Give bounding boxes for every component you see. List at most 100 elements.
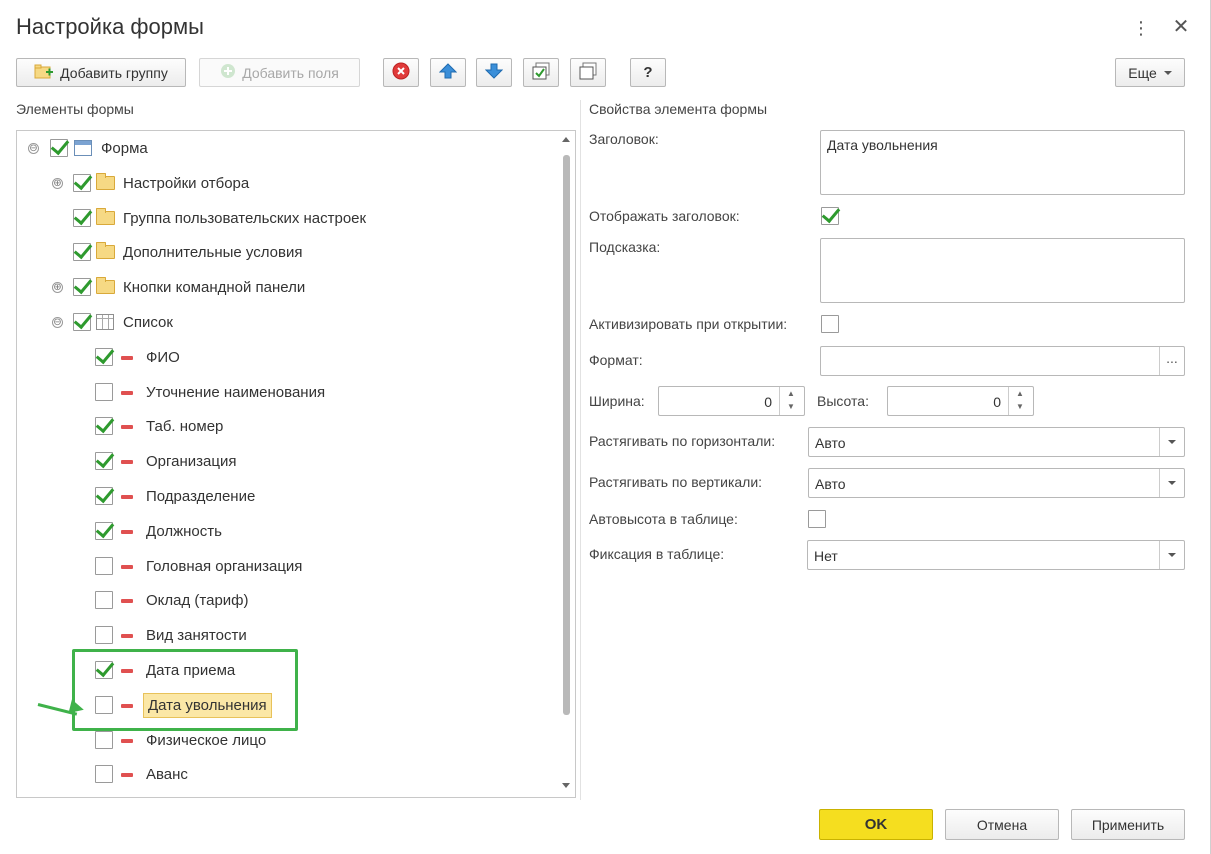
- tree-row-checkbox[interactable]: [73, 174, 91, 192]
- move-up-button[interactable]: [430, 58, 466, 87]
- tree-row-label[interactable]: Головная организация: [146, 558, 302, 575]
- tree-row-checkbox[interactable]: [95, 591, 113, 609]
- tree-row[interactable]: Вид занятости: [17, 621, 557, 651]
- tree-row-checkbox[interactable]: [95, 452, 113, 470]
- expand-icon[interactable]: ⊕: [52, 282, 63, 293]
- height-field[interactable]: 0 ▲ ▼: [887, 386, 1034, 416]
- tree-row-label[interactable]: Вид занятости: [146, 627, 247, 644]
- panel-divider[interactable]: [580, 100, 581, 800]
- tree-row-label[interactable]: Оклад (тариф): [146, 592, 249, 609]
- format-select-button[interactable]: ...: [1159, 347, 1184, 375]
- tree-row-checkbox[interactable]: [73, 278, 91, 296]
- tree-row[interactable]: Уточнение наименования: [17, 378, 557, 408]
- tree-row[interactable]: ⊕ Настройки отбора: [17, 169, 557, 199]
- tree-row-checkbox[interactable]: [95, 626, 113, 644]
- collapse-icon[interactable]: ⊖: [52, 317, 63, 328]
- tree-row[interactable]: Аванс: [17, 760, 557, 790]
- tree-row[interactable]: Организация: [17, 447, 557, 477]
- tree-row[interactable]: Дополнительные условия: [17, 238, 557, 268]
- more-button[interactable]: Еще: [1115, 58, 1185, 87]
- tree-row[interactable]: Подразделение: [17, 482, 557, 512]
- scroll-thumb[interactable]: [563, 155, 570, 715]
- check-all-button[interactable]: [523, 58, 559, 87]
- chevron-down-icon[interactable]: [1159, 469, 1184, 497]
- vstretch-value: Авто: [815, 476, 846, 492]
- tree-row-label[interactable]: Группа пользовательских настроек: [123, 210, 366, 227]
- hstretch-select[interactable]: Авто: [808, 427, 1185, 457]
- vstretch-select[interactable]: Авто: [808, 468, 1185, 498]
- cancel-button[interactable]: Отмена: [945, 809, 1059, 840]
- tree-row-checkbox[interactable]: [95, 417, 113, 435]
- spin-down-icon[interactable]: ▼: [1016, 402, 1024, 411]
- width-field[interactable]: 0 ▲ ▼: [658, 386, 805, 416]
- tree-row-label[interactable]: Подразделение: [146, 488, 255, 505]
- autoheight-checkbox[interactable]: [808, 510, 826, 528]
- scroll-down-icon[interactable]: [562, 783, 570, 788]
- tree-row-label[interactable]: Физическое лицо: [146, 732, 266, 749]
- tree-row[interactable]: ⊖ Форма: [17, 134, 557, 164]
- add-group-button[interactable]: Добавить группу: [16, 58, 186, 87]
- delete-button[interactable]: [383, 58, 419, 87]
- tree-row[interactable]: Таб. номер: [17, 412, 557, 442]
- tree-row-label[interactable]: Таб. номер: [146, 418, 223, 435]
- arrow-down-icon: [484, 63, 504, 82]
- tree-row[interactable]: Головная организация: [17, 552, 557, 582]
- close-icon[interactable]: ✕: [1170, 15, 1192, 39]
- tree-row[interactable]: Должность: [17, 517, 557, 547]
- help-button[interactable]: ?: [630, 58, 666, 87]
- tree-row-checkbox[interactable]: [95, 557, 113, 575]
- tree-row[interactable]: ФИО: [17, 343, 557, 373]
- tree-row-label[interactable]: Кнопки командной панели: [123, 279, 305, 296]
- apply-button[interactable]: Применить: [1071, 809, 1185, 840]
- tree-row-checkbox[interactable]: [95, 487, 113, 505]
- tree-row[interactable]: ⊕ Кнопки командной панели: [17, 273, 557, 303]
- tree-row-label[interactable]: Дополнительные условия: [123, 244, 302, 261]
- tree-row-checkbox[interactable]: [73, 313, 91, 331]
- tree-row[interactable]: ⊖ Список: [17, 308, 557, 338]
- format-field[interactable]: ...: [820, 346, 1185, 376]
- tree-row[interactable]: Оклад (тариф): [17, 586, 557, 616]
- expand-icon[interactable]: ⊕: [52, 178, 63, 189]
- uncheck-all-button[interactable]: [570, 58, 606, 87]
- tree-row-checkbox[interactable]: [95, 348, 113, 366]
- add-fields-button[interactable]: Добавить поля: [199, 58, 360, 87]
- tree-row-checkbox[interactable]: [50, 139, 68, 157]
- move-down-button[interactable]: [476, 58, 512, 87]
- collapse-icon[interactable]: ⊖: [28, 143, 39, 154]
- tree-row-label[interactable]: ФИО: [146, 349, 180, 366]
- tree-scrollbar[interactable]: [558, 131, 575, 797]
- spin-up-icon[interactable]: ▲: [787, 389, 795, 398]
- more-menu-icon[interactable]: ⋮: [1131, 17, 1151, 39]
- tree-row-checkbox[interactable]: [95, 383, 113, 401]
- hint-field[interactable]: [820, 238, 1185, 303]
- dialog-title: Настройка формы: [16, 14, 204, 39]
- tree-row-label[interactable]: Список: [123, 314, 173, 331]
- tree-row-checkbox[interactable]: [95, 522, 113, 540]
- width-stepper[interactable]: ▲ ▼: [779, 387, 804, 415]
- ok-button[interactable]: OK: [819, 809, 933, 840]
- show-caption-checkbox[interactable]: [821, 207, 839, 225]
- height-stepper[interactable]: ▲ ▼: [1008, 387, 1033, 415]
- tree-row-label[interactable]: Форма: [101, 140, 148, 157]
- tree-row-label[interactable]: Настройки отбора: [123, 175, 249, 192]
- delete-icon: [392, 62, 410, 83]
- caption-field[interactable]: Дата увольнения: [820, 130, 1185, 195]
- tree-row[interactable]: Группа пользовательских настроек: [17, 204, 557, 234]
- tree-row-label[interactable]: Аванс: [146, 766, 188, 783]
- tree-row-label[interactable]: Уточнение наименования: [146, 384, 325, 401]
- fix-select[interactable]: Нет: [807, 540, 1185, 570]
- tree-row-checkbox[interactable]: [73, 209, 91, 227]
- spin-up-icon[interactable]: ▲: [1016, 389, 1024, 398]
- tree-row-checkbox[interactable]: [95, 765, 113, 783]
- autoheight-label: Автовысота в таблице:: [589, 511, 738, 527]
- tree-row-checkbox[interactable]: [95, 731, 113, 749]
- highlight-frame: [72, 649, 298, 731]
- tree-row-label[interactable]: Должность: [146, 523, 222, 540]
- tree-row-label[interactable]: Организация: [146, 453, 236, 470]
- tree-row-checkbox[interactable]: [73, 243, 91, 261]
- activate-checkbox[interactable]: [821, 315, 839, 333]
- spin-down-icon[interactable]: ▼: [787, 402, 795, 411]
- scroll-up-icon[interactable]: [562, 137, 570, 142]
- chevron-down-icon[interactable]: [1159, 428, 1184, 456]
- chevron-down-icon[interactable]: [1159, 541, 1184, 569]
